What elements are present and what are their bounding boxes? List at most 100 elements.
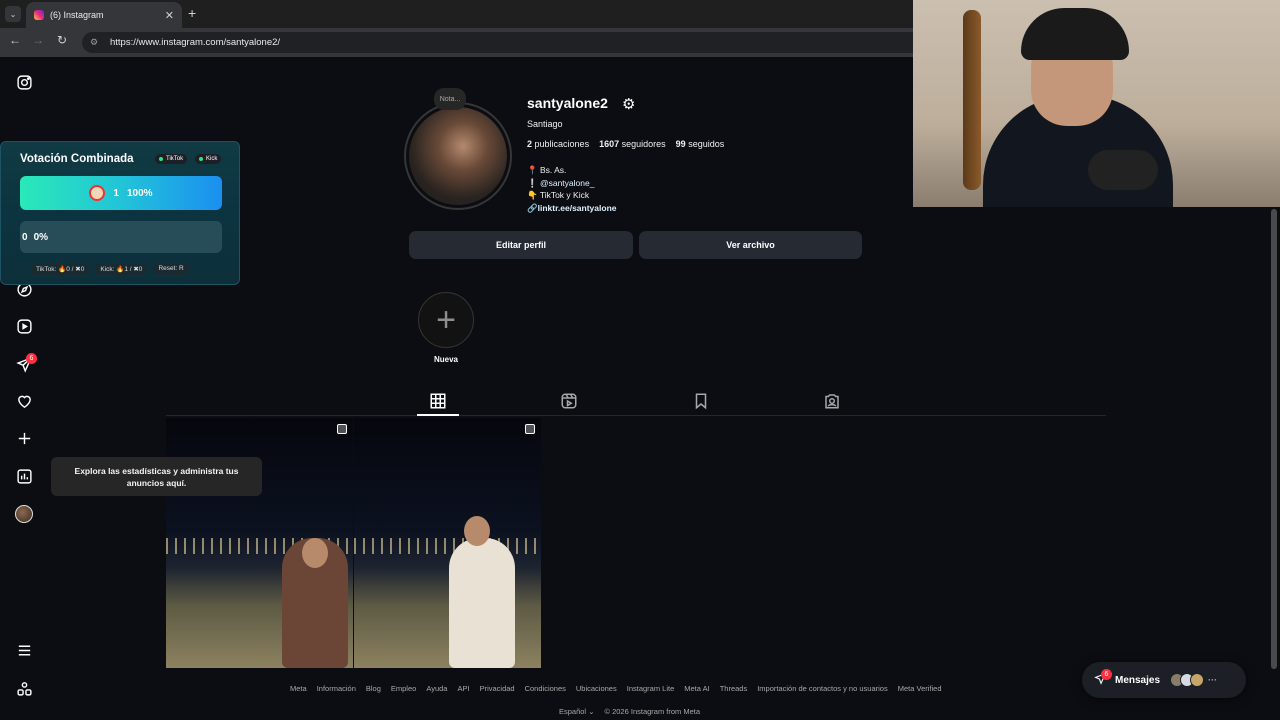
- site-info-icon[interactable]: ⚙: [90, 37, 102, 48]
- link-icon: 🔗: [527, 202, 538, 213]
- vote-option-1-bar: 1 100%: [20, 176, 222, 210]
- bio-platforms: TikTok y Kick: [539, 190, 590, 200]
- notifications-heart-icon[interactable]: [14, 391, 34, 411]
- carousel-icon: [337, 424, 347, 434]
- messages-label: Mensajes: [1115, 674, 1161, 686]
- option2-value: 0: [22, 231, 28, 243]
- more-avatars-icon: ···: [1208, 675, 1218, 685]
- santa-emoji-icon: [89, 185, 106, 201]
- guitar: [963, 10, 981, 190]
- post-thumbnail-1[interactable]: [166, 418, 353, 668]
- vote-title: Votación Combinada: [20, 153, 134, 165]
- footer-link[interactable]: Meta AI: [684, 684, 709, 693]
- footer-link[interactable]: Ubicaciones: [576, 684, 617, 693]
- footer-link[interactable]: Blog: [366, 684, 381, 693]
- profile-avatar-icon[interactable]: [15, 505, 33, 523]
- tiktok-stat: TikTok: 🔥0 / ✖0: [31, 263, 90, 275]
- settings-gear-icon[interactable]: ⚙: [622, 95, 635, 113]
- new-tab-button[interactable]: +: [188, 5, 196, 21]
- active-tab-indicator: [417, 414, 459, 416]
- copyright: © 2026 Instagram from Meta: [604, 707, 701, 716]
- footer-link[interactable]: Empleo: [391, 684, 416, 693]
- tab-close-icon[interactable]: ✕: [165, 9, 174, 22]
- exclamation-icon: ❕: [527, 177, 538, 188]
- reload-icon[interactable]: ↻: [53, 33, 71, 47]
- forward-icon[interactable]: →: [29, 33, 47, 47]
- tabs-divider: [166, 415, 1106, 416]
- tiktok-tag: TikTok: [155, 154, 188, 164]
- profile-photo: [409, 107, 507, 205]
- url-field[interactable]: ⚙ https://www.instagram.com/santyalone2/: [82, 32, 913, 53]
- scrollbar-thumb[interactable]: [1271, 209, 1277, 669]
- voting-widget: Votación Combinada TikTok Kick 1 100% 0 …: [0, 141, 240, 285]
- pointing-hand-icon: 👇: [527, 190, 538, 200]
- tab-search-button[interactable]: ⌄: [5, 6, 21, 22]
- messages-count-badge: 6: [1101, 669, 1112, 680]
- footer-bottom: Español ⌄ © 2026 Instagram from Meta: [559, 707, 700, 716]
- instagram-favicon-icon: [34, 10, 44, 20]
- new-highlight-label: Nueva: [433, 355, 458, 364]
- option1-percent: 100%: [126, 187, 153, 199]
- browser-tab-bar: ⌄ (6) Instagram ✕ +: [0, 0, 913, 28]
- footer-link[interactable]: Privacidad: [480, 684, 515, 693]
- tab-posts-grid-icon[interactable]: [429, 392, 447, 410]
- create-plus-icon[interactable]: [14, 428, 34, 448]
- bio-external-link[interactable]: linktr.ee/santyalone: [538, 203, 617, 213]
- option1-value: 1: [113, 187, 119, 199]
- language-select[interactable]: Español ⌄: [559, 707, 594, 716]
- footer-link[interactable]: Importación de contactos y no usuarios: [757, 684, 888, 693]
- profile-username: santyalone2: [527, 95, 608, 111]
- posts-stat: 2 publicaciones: [527, 139, 590, 149]
- microphone: [1088, 150, 1158, 190]
- tab-saved-icon[interactable]: [692, 392, 710, 410]
- also-from-meta-icon[interactable]: [14, 678, 34, 698]
- post-thumbnail-2[interactable]: [354, 418, 541, 668]
- vote-stats: TikTok: 🔥0 / ✖0 Kick: 🔥1 / ✖0 Reset: R: [31, 263, 189, 275]
- kick-tag-label: Kick: [206, 156, 218, 162]
- following-stat[interactable]: 99 seguidos: [676, 139, 725, 149]
- option2-percent: 0%: [33, 231, 49, 243]
- more-menu-icon[interactable]: [14, 640, 34, 660]
- pin-icon: 📍: [527, 165, 538, 175]
- vote-option-2-bar: 0 0%: [20, 221, 222, 253]
- back-icon[interactable]: ←: [6, 33, 24, 47]
- kick-stat: Kick: 🔥1 / ✖0: [95, 263, 148, 275]
- profile-bio: 📍 Bs. As. ❕ @santyalone_ 👇 TikTok y Kick…: [527, 164, 617, 214]
- bio-mention-link[interactable]: @santyalone_: [540, 178, 594, 188]
- profile-picture[interactable]: [404, 102, 512, 210]
- view-archive-button[interactable]: Ver archivo: [639, 231, 862, 259]
- edit-profile-button[interactable]: Editar perfil: [409, 231, 633, 259]
- profile-stats: 2 publicaciones 1607 seguidores 99 segui…: [527, 139, 724, 149]
- footer-link[interactable]: Threads: [720, 684, 748, 693]
- footer-links: Meta Información Blog Empleo Ayuda API P…: [290, 684, 942, 693]
- footer-link[interactable]: Instagram Lite: [627, 684, 675, 693]
- webcam-overlay: [913, 0, 1280, 207]
- kick-tag: Kick: [195, 154, 222, 164]
- tab-reels-icon[interactable]: [560, 392, 578, 410]
- tiktok-tag-label: TikTok: [166, 156, 184, 162]
- footer-link[interactable]: Meta: [290, 684, 307, 693]
- message-avatars: [1170, 673, 1205, 687]
- page-scrollbar[interactable]: [1270, 207, 1278, 677]
- footer-link[interactable]: API: [457, 684, 469, 693]
- reels-icon[interactable]: [14, 316, 34, 336]
- instagram-logo-icon[interactable]: [14, 72, 34, 92]
- browser-tab[interactable]: (6) Instagram ✕: [26, 2, 182, 28]
- footer-link[interactable]: Meta Verified: [898, 684, 942, 693]
- tab-tagged-icon[interactable]: [823, 392, 841, 410]
- dashboard-chart-icon[interactable]: [14, 466, 34, 486]
- profile-full-name: Santiago: [527, 119, 563, 129]
- url-text: https://www.instagram.com/santyalone2/: [110, 37, 281, 48]
- carousel-icon: [525, 424, 535, 434]
- followers-stat[interactable]: 1607 seguidores: [599, 139, 666, 149]
- messages-notification-badge: 6: [26, 353, 37, 364]
- messages-floating-button[interactable]: Mensajes ···: [1082, 662, 1246, 698]
- streamer-cap: [1021, 8, 1129, 60]
- new-highlight-button[interactable]: +: [418, 292, 474, 348]
- footer-link[interactable]: Ayuda: [426, 684, 447, 693]
- footer-link[interactable]: Condiciones: [525, 684, 566, 693]
- note-bubble[interactable]: Nota...: [434, 88, 466, 110]
- footer-link[interactable]: Información: [317, 684, 356, 693]
- reset-stat: Reset: R: [153, 263, 189, 275]
- bio-location: Bs. As.: [539, 165, 567, 175]
